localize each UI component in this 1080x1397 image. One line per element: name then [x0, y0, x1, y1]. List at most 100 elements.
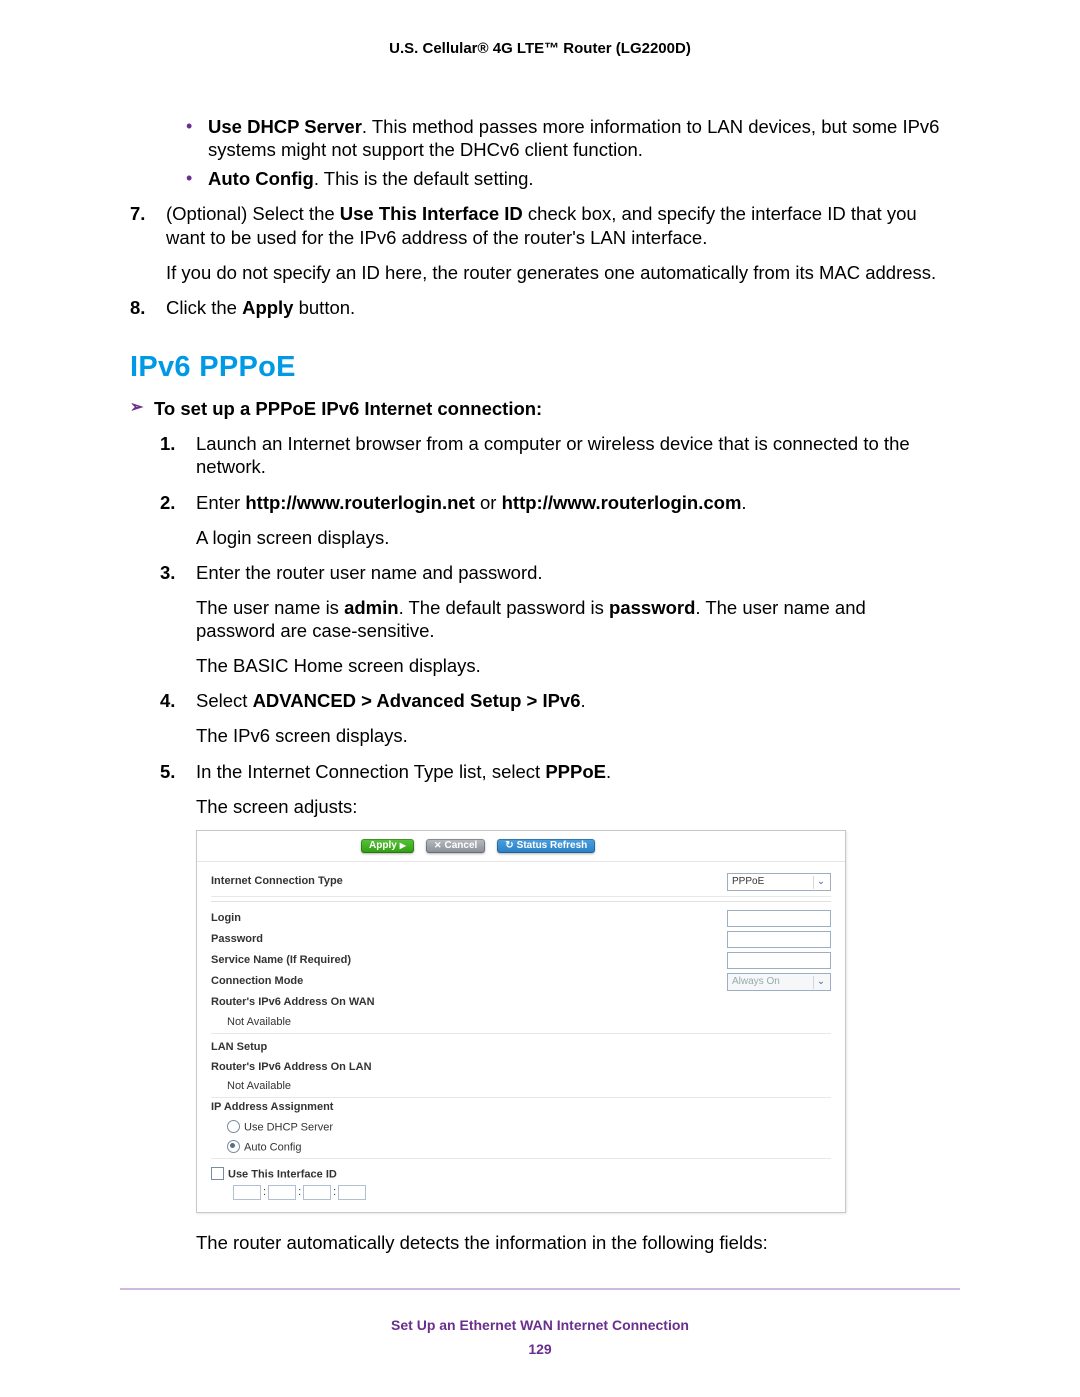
procedure-steps: 1. Launch an Internet browser from a com… [130, 432, 950, 1254]
row-wan-address-value: Not Available [211, 1013, 831, 1034]
text-bold: password [609, 597, 695, 618]
text: . [741, 492, 746, 513]
page-footer: Set Up an Ethernet WAN Internet Connecti… [0, 1317, 1080, 1357]
label: Router's IPv6 Address On WAN [211, 995, 831, 1011]
login-input[interactable] [727, 910, 831, 927]
apply-button[interactable]: Apply [361, 839, 414, 854]
row-ip-assignment: IP Address Assignment [211, 1098, 831, 1118]
bullet-item: Auto Config. This is the default setting… [186, 167, 950, 190]
label: Service Name (If Required) [211, 953, 727, 969]
text: or [475, 492, 502, 513]
url-bold: http://www.routerlogin.net [245, 492, 475, 513]
step-number: 7. [130, 202, 145, 225]
radio-icon [227, 1120, 240, 1133]
radio-option[interactable]: Use DHCP Server [211, 1120, 831, 1136]
page-content: Use DHCP Server. This method passes more… [130, 115, 950, 1254]
cancel-button[interactable]: Cancel [426, 839, 485, 854]
label: Router's IPv6 Address On LAN [211, 1060, 831, 1076]
url-bold: http://www.routerlogin.com [502, 492, 742, 513]
connection-mode-select[interactable]: Always On ⌄ [727, 973, 831, 991]
row-login: Login [211, 908, 831, 929]
step-7: 7. (Optional) Select the Use This Interf… [130, 202, 950, 283]
text: . [581, 690, 586, 711]
row-connection-mode: Connection Mode Always On ⌄ [211, 971, 831, 993]
row-use-dhcp: Use DHCP Server [211, 1118, 831, 1138]
text: Click the [166, 297, 242, 318]
play-icon [400, 840, 406, 853]
text: In the Internet Connection Type list, se… [196, 761, 545, 782]
interface-id-segment-input[interactable] [338, 1185, 366, 1200]
text: . The default password is [399, 597, 609, 618]
step-2: 2. Enter http://www.routerlogin.net or h… [160, 491, 950, 549]
step-number: 3. [160, 561, 175, 584]
password-input[interactable] [727, 931, 831, 948]
step-number: 1. [160, 432, 175, 455]
step-5: 5. In the Internet Connection Type list,… [160, 760, 950, 1255]
text: A login screen displays. [196, 526, 950, 549]
label: Password [211, 932, 727, 948]
close-icon [434, 840, 442, 853]
divider [211, 901, 831, 902]
checkbox-icon [211, 1167, 224, 1180]
text: Enter the router user name and password. [196, 561, 950, 584]
row-password: Password [211, 929, 831, 950]
step-4: 4. Select ADVANCED > Advanced Setup > IP… [160, 689, 950, 747]
text: The router automatically detects the inf… [196, 1231, 950, 1254]
select-value: PPPoE [732, 876, 764, 889]
bullet-item: Use DHCP Server. This method passes more… [186, 115, 950, 161]
status-refresh-button[interactable]: Status Refresh [497, 839, 595, 854]
footer-title: Set Up an Ethernet WAN Internet Connecti… [0, 1317, 1080, 1333]
row-lan-address-value: Not Available [211, 1077, 831, 1098]
bullet-bold: Auto Config [208, 168, 314, 189]
internet-connection-type-select[interactable]: PPPoE ⌄ [727, 873, 831, 891]
interface-id-segment-input[interactable] [268, 1185, 296, 1200]
interface-id-inputs: : : : [211, 1185, 831, 1200]
bullet-text: . This is the default setting. [314, 168, 534, 189]
text-bold: admin [344, 597, 398, 618]
step-number: 5. [160, 760, 175, 783]
step-3: 3. Enter the router user name and passwo… [160, 561, 950, 678]
text: Launch an Internet browser from a comput… [196, 432, 950, 478]
checkbox-option[interactable]: Use This Interface ID [211, 1167, 831, 1183]
label: IP Address Assignment [211, 1100, 831, 1116]
radio-option[interactable]: Auto Config [211, 1140, 831, 1156]
text-bold: Use This Interface ID [340, 203, 523, 224]
row-use-interface-id: Use This Interface ID [211, 1159, 831, 1185]
router-ui-screenshot: Apply Cancel Status Refresh Internet Con… [196, 830, 846, 1213]
text-bold: PPPoE [545, 761, 606, 782]
step-number: 8. [130, 296, 145, 319]
value: Not Available [211, 1079, 831, 1095]
label: Internet Connection Type [211, 874, 727, 890]
refresh-icon [505, 840, 513, 853]
step-number: 4. [160, 689, 175, 712]
label: Connection Mode [211, 974, 727, 990]
chevron-down-icon: ⌄ [813, 876, 828, 889]
document-page: U.S. Cellular® 4G LTE™ Router (LG2200D) … [0, 0, 1080, 1397]
text: If you do not specify an ID here, the ro… [166, 261, 950, 284]
row-lan-address-label: Router's IPv6 Address On LAN [211, 1058, 831, 1078]
radio-icon [227, 1140, 240, 1153]
interface-id-segment-input[interactable] [303, 1185, 331, 1200]
service-name-input[interactable] [727, 952, 831, 969]
bullet-list: Use DHCP Server. This method passes more… [130, 115, 950, 190]
text: (Optional) Select the [166, 203, 340, 224]
text: Enter [196, 492, 245, 513]
step-number: 2. [160, 491, 175, 514]
section-heading-ipv6-pppoe: IPv6 PPPoE [130, 349, 950, 385]
page-number: 129 [0, 1341, 1080, 1357]
text: . [606, 761, 611, 782]
text: button. [293, 297, 355, 318]
text-bold: Apply [242, 297, 293, 318]
chevron-down-icon: ⌄ [813, 976, 828, 989]
text: The BASIC Home screen displays. [196, 654, 950, 677]
numbered-list-continued: 7. (Optional) Select the Use This Interf… [130, 202, 950, 319]
page-header: U.S. Cellular® 4G LTE™ Router (LG2200D) [130, 40, 950, 57]
footer-divider [120, 1288, 960, 1291]
bullet-bold: Use DHCP Server [208, 116, 362, 137]
form-body: Internet Connection Type PPPoE ⌄ Login [197, 862, 845, 1212]
select-value: Always On [732, 976, 780, 989]
label: LAN Setup [211, 1040, 831, 1056]
interface-id-segment-input[interactable] [233, 1185, 261, 1200]
row-internet-connection-type: Internet Connection Type PPPoE ⌄ [211, 868, 831, 897]
nav-path-bold: ADVANCED > Advanced Setup > IPv6 [253, 690, 581, 711]
